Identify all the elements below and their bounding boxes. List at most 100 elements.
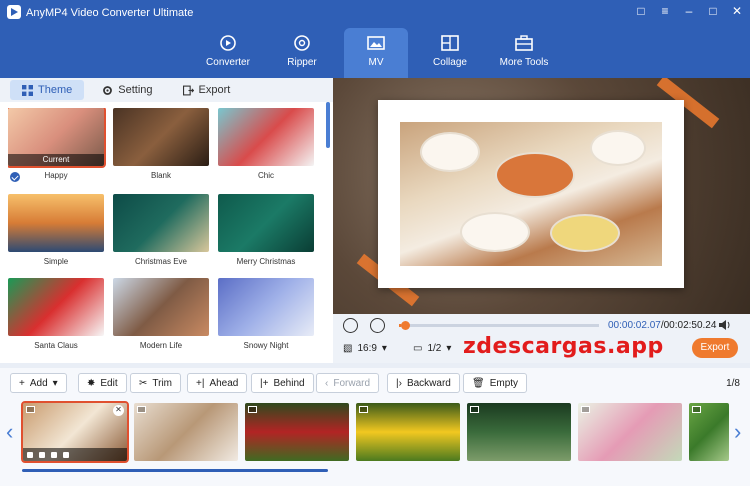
disc-icon xyxy=(294,35,310,51)
theme-modern-life[interactable]: Modern Life xyxy=(113,278,209,350)
clip-item[interactable] xyxy=(689,403,729,461)
title-bar: AnyMP4 Video Converter Ultimate □ ≡ – □ … xyxy=(0,0,750,78)
tab-theme[interactable]: Theme xyxy=(10,80,85,100)
theme-thumbnail xyxy=(113,194,209,252)
theme-santa-claus[interactable]: Santa Claus xyxy=(8,278,104,350)
forward-button[interactable]: ‹ Forward xyxy=(316,373,380,393)
chevron-down-icon: ▾ xyxy=(381,343,387,354)
stop-button[interactable] xyxy=(370,318,385,333)
behind-icon: |+ xyxy=(260,377,269,389)
theme-blank[interactable]: Blank xyxy=(113,108,209,180)
theme-caption: Modern Life xyxy=(139,341,183,350)
chevron-right-icon[interactable]: › xyxy=(734,421,741,443)
trim-button[interactable]: ✂ Trim xyxy=(130,373,182,393)
app-title: AnyMP4 Video Converter Ultimate xyxy=(26,7,194,19)
clip-item[interactable]: ✕ xyxy=(21,401,129,463)
trim-label: Trim xyxy=(152,377,173,389)
theme-panel: Theme Setting Export Current Happy Blank… xyxy=(0,78,333,363)
progress-knob[interactable] xyxy=(401,321,410,330)
scissors-icon: ✂ xyxy=(139,377,148,389)
tab-export[interactable]: Export xyxy=(171,80,243,100)
close-icon[interactable]: ✕ xyxy=(113,405,124,416)
empty-label: Empty xyxy=(489,377,519,389)
film-icon xyxy=(248,406,257,413)
trash-icon: 🗑 xyxy=(472,377,485,389)
theme-snowy-night[interactable]: Snowy Night xyxy=(218,278,314,350)
nav-mv[interactable]: MV xyxy=(344,28,408,78)
edit-button[interactable]: ✸ Edit xyxy=(78,373,127,393)
add-button[interactable]: + Add ▾ xyxy=(10,373,67,393)
film-icon xyxy=(359,406,368,413)
theme-happy[interactable]: Current Happy xyxy=(8,108,106,182)
theme-caption: Merry Christmas xyxy=(236,257,296,266)
clip-page-count: 1/8 xyxy=(726,378,740,389)
theme-christmas-eve[interactable]: Christmas Eve xyxy=(113,194,209,266)
clip-item[interactable] xyxy=(578,403,682,461)
theme-thumbnail: Current xyxy=(8,108,106,168)
theme-thumbnail xyxy=(218,278,314,336)
nav-ripper[interactable]: Ripper xyxy=(270,28,334,78)
add-label: Add xyxy=(29,377,48,389)
menu-icon[interactable]: ≡ xyxy=(658,4,672,18)
scroll-thumb[interactable] xyxy=(326,102,330,148)
play-icon[interactable] xyxy=(27,451,33,458)
nav-collage[interactable]: Collage xyxy=(418,28,482,78)
pause-button[interactable] xyxy=(343,318,358,333)
theme-simple[interactable]: Simple xyxy=(8,194,104,266)
panel-tabs: Theme Setting Export xyxy=(0,78,333,102)
theme-thumbnail xyxy=(8,278,104,336)
maximize-icon[interactable]: □ xyxy=(706,4,720,18)
preview-page-value: 1/2 xyxy=(427,343,442,354)
theme-caption: Chic xyxy=(257,171,274,180)
minimize-icon[interactable]: – xyxy=(682,4,696,18)
tab-setting[interactable]: Setting xyxy=(90,80,164,100)
volume-icon[interactable] xyxy=(718,319,732,331)
theme-scrollbar[interactable] xyxy=(326,102,331,363)
nav-more-tools[interactable]: More Tools xyxy=(492,28,556,78)
nav-more-tools-label: More Tools xyxy=(499,57,549,68)
nav-converter-label: Converter xyxy=(206,57,250,68)
aspect-ratio-select[interactable]: ▧ 16:9 ▾ xyxy=(343,343,387,354)
clip-item[interactable] xyxy=(134,403,238,461)
progress-bar[interactable] xyxy=(399,321,599,330)
edit-icon[interactable] xyxy=(51,451,57,458)
volume-icon[interactable] xyxy=(39,451,45,458)
scissors-icon[interactable] xyxy=(63,451,69,458)
preview-image xyxy=(400,122,662,266)
theme-thumbnail xyxy=(8,194,104,252)
forward-icon: ‹ xyxy=(325,377,329,389)
watermark-text: zdescargas.app xyxy=(463,334,664,359)
theme-caption: Santa Claus xyxy=(34,341,78,350)
export-icon xyxy=(182,85,194,95)
theme-caption: Christmas Eve xyxy=(134,257,187,266)
tab-setting-label: Setting xyxy=(118,84,153,96)
preview-page-select[interactable]: ▭ 1/2 ▾ xyxy=(413,343,451,354)
theme-caption: Snowy Night xyxy=(243,341,289,350)
timeline-scrollbar[interactable] xyxy=(22,469,328,472)
theme-caption: Blank xyxy=(150,171,171,180)
ahead-button[interactable]: +| Ahead xyxy=(187,373,248,393)
export-button[interactable]: Export xyxy=(692,338,738,358)
clip-item[interactable] xyxy=(245,403,349,461)
feedback-icon[interactable]: □ xyxy=(634,4,648,18)
gear-icon xyxy=(103,85,113,95)
theme-merry-christmas[interactable]: Merry Christmas xyxy=(218,194,314,266)
plus-icon: + xyxy=(19,377,25,389)
nav-ripper-label: Ripper xyxy=(287,57,317,68)
preview-frame xyxy=(378,100,684,288)
theme-thumbnail xyxy=(218,194,314,252)
forward-label: Forward xyxy=(333,377,371,389)
ahead-icon: +| xyxy=(196,377,205,389)
nav-converter[interactable]: Converter xyxy=(196,28,260,78)
chevron-left-icon[interactable]: ‹ xyxy=(6,421,13,443)
clip-item[interactable] xyxy=(356,403,460,461)
toolbox-icon xyxy=(515,35,533,51)
aspect-ratio-value: 16:9 xyxy=(357,343,377,354)
backward-button[interactable]: |› Backward xyxy=(387,373,460,393)
theme-chic[interactable]: Chic xyxy=(218,108,314,180)
empty-button[interactable]: 🗑 Empty xyxy=(463,373,528,393)
total-time: /00:02:50.24 xyxy=(660,320,717,331)
close-icon[interactable]: ✕ xyxy=(730,4,744,18)
behind-button[interactable]: |+ Behind xyxy=(251,373,314,393)
clip-item[interactable] xyxy=(467,403,571,461)
